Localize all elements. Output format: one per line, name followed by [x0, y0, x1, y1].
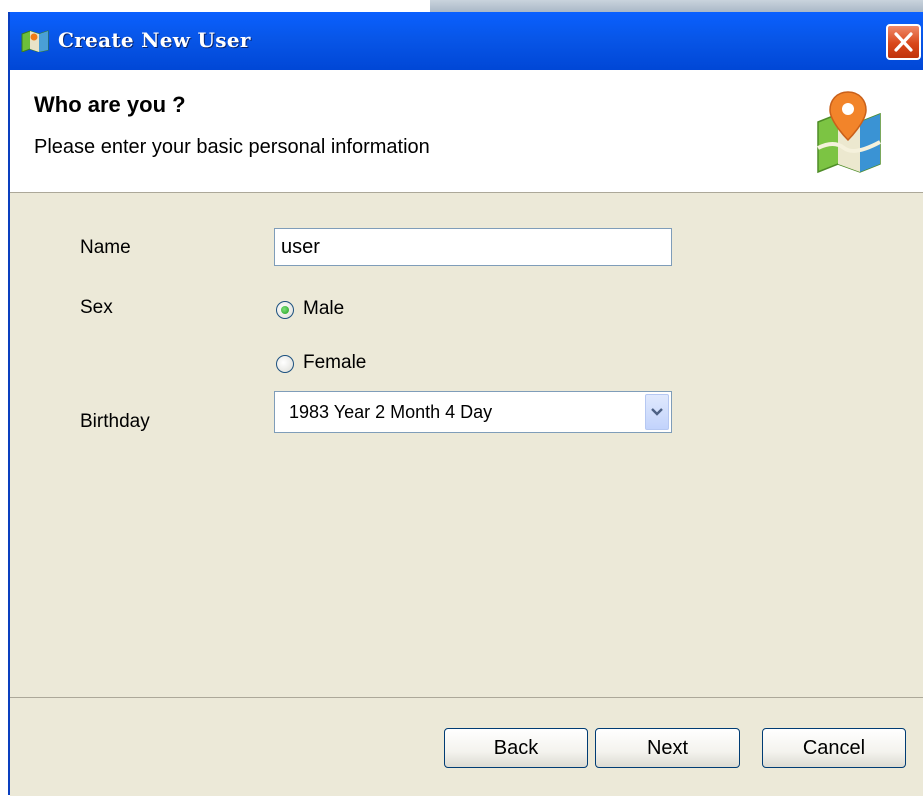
map-pin-icon: [817, 91, 881, 174]
dropdown-arrow-button[interactable]: [645, 394, 669, 430]
title-bar[interactable]: Create New User: [10, 12, 923, 70]
wizard-footer: Back Next Cancel: [10, 697, 923, 796]
name-input[interactable]: [274, 228, 672, 266]
birthday-value: 1983 Year 2 Month 4 Day: [289, 402, 493, 422]
birthday-label: Birthday: [80, 411, 150, 432]
sex-label: Sex: [80, 297, 113, 318]
cancel-button[interactable]: Cancel: [762, 728, 906, 768]
chevron-down-icon: [651, 408, 663, 416]
close-button[interactable]: [886, 24, 921, 60]
window-title: Create New User: [58, 28, 251, 52]
background-window-edge: [430, 0, 923, 12]
page-title: Who are you ?: [34, 92, 186, 117]
female-radio[interactable]: [276, 355, 294, 373]
name-label: Name: [80, 237, 131, 258]
map-app-icon: [21, 30, 49, 53]
back-button[interactable]: Back: [444, 728, 588, 768]
create-user-dialog: Create New User Who are you ? Please ent…: [8, 12, 923, 796]
form-area: Name Sex Male Female Birthday 1983 Year …: [10, 193, 923, 697]
male-radio[interactable]: [276, 301, 294, 319]
birthday-dropdown[interactable]: 1983 Year 2 Month 4 Day: [274, 391, 672, 433]
male-radio-label[interactable]: Male: [303, 298, 344, 320]
wizard-header: Who are you ? Please enter your basic pe…: [10, 70, 923, 193]
page-subtitle: Please enter your basic personal informa…: [34, 136, 430, 158]
close-icon: [894, 32, 913, 52]
next-button[interactable]: Next: [595, 728, 740, 768]
radio-selected-dot: [281, 306, 289, 314]
female-radio-label[interactable]: Female: [303, 352, 366, 374]
